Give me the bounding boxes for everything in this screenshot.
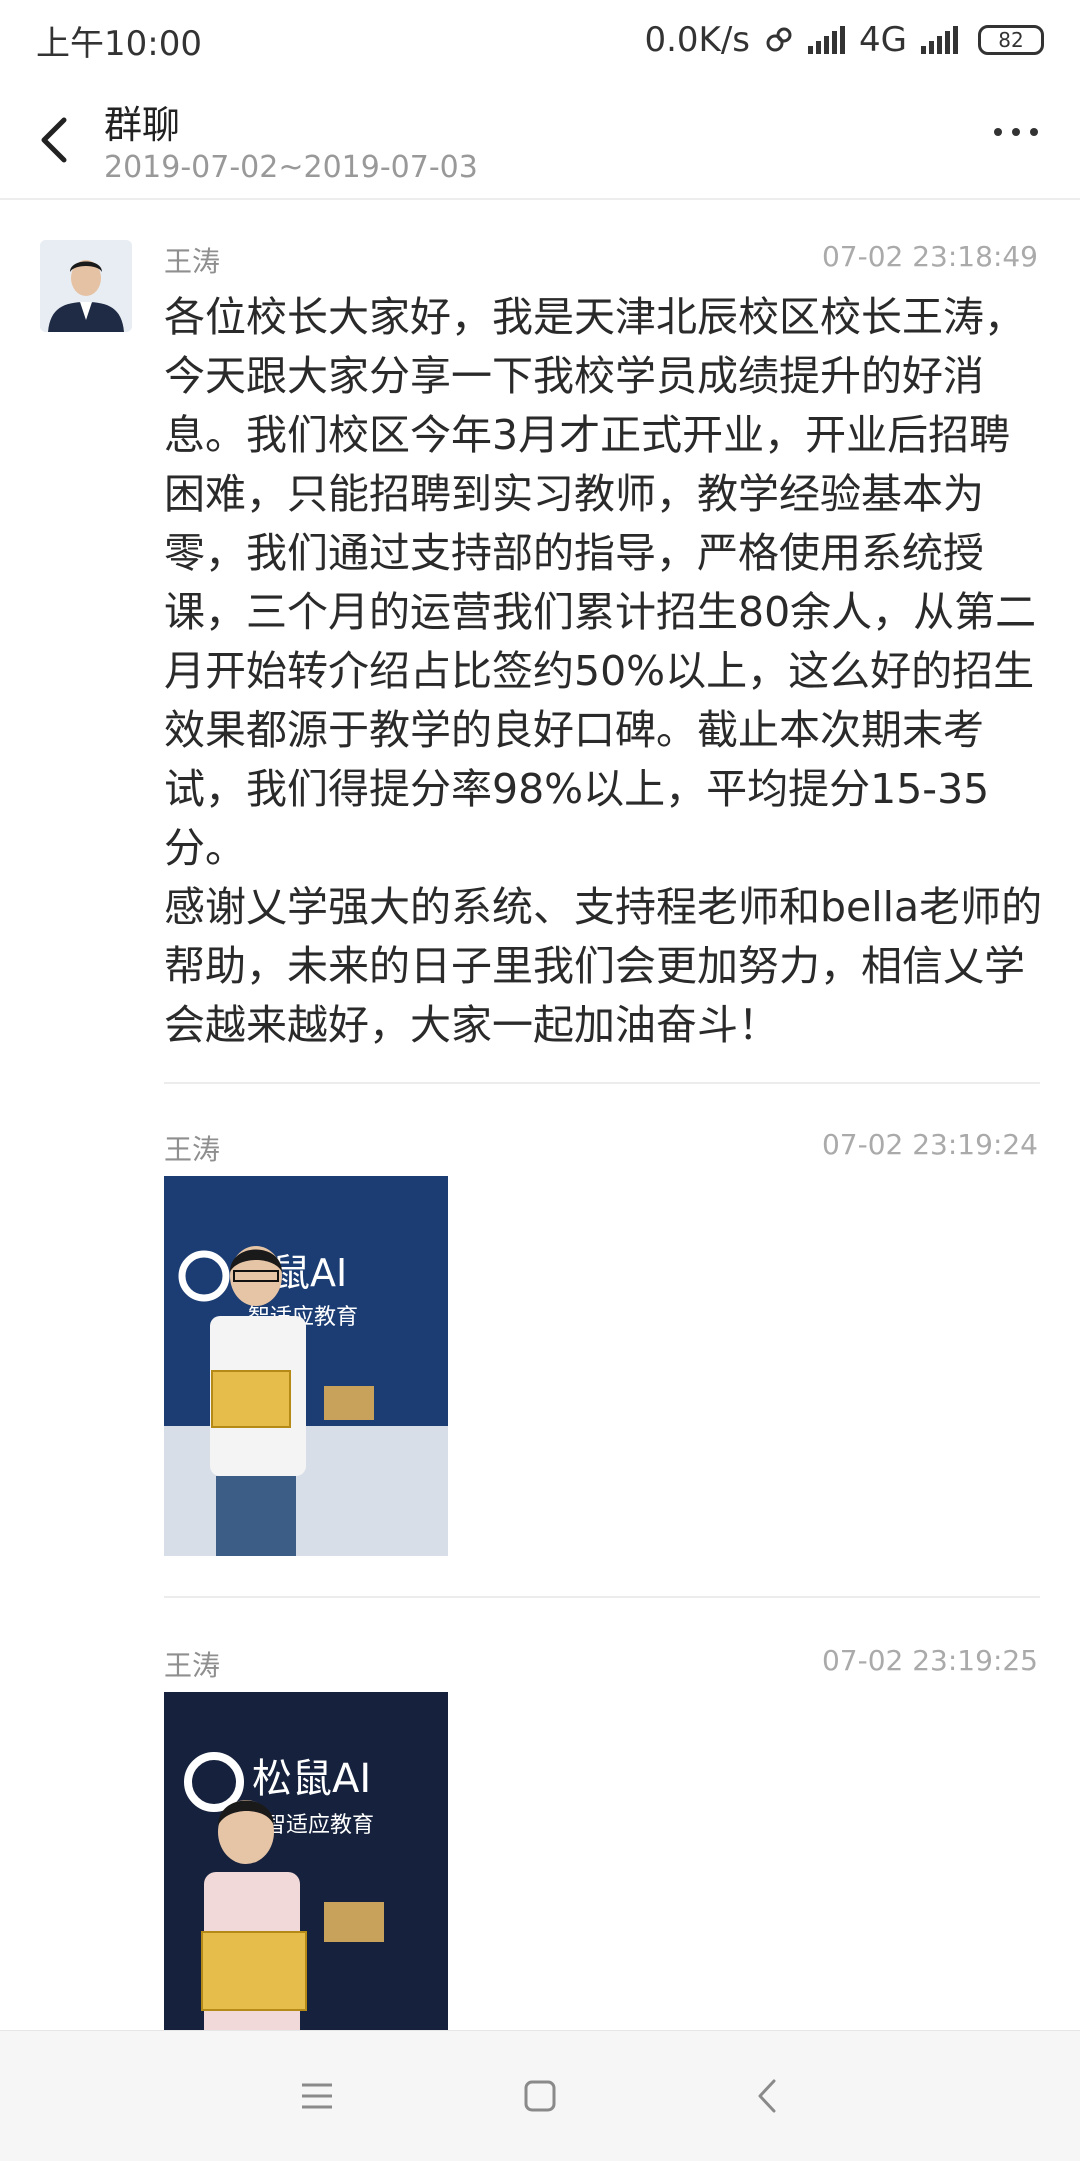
message-divider	[164, 1596, 1040, 1598]
system-nav-bar	[0, 2030, 1080, 2161]
avatar[interactable]	[40, 240, 132, 332]
menu-icon[interactable]	[300, 2079, 334, 2113]
status-indicators: 0.0K/s 4G 82	[644, 20, 1044, 60]
status-bar: 上午10:00 0.0K/s 4G 82	[0, 0, 1080, 80]
chat-header: 群聊 2019-07-02~2019-07-03	[0, 80, 1080, 200]
chevron-left-icon[interactable]	[30, 110, 80, 170]
message-text-content: 各位校长大家好，我是天津北辰校区校长王涛，今天跟大家分享一下我校学员成绩提升的好…	[164, 293, 1043, 1049]
status-time: 上午10:00	[36, 23, 202, 64]
message-time: 07-02 23:18:49	[821, 240, 1038, 273]
home-square-icon[interactable]	[523, 2079, 557, 2113]
signal-icon-2	[921, 26, 958, 54]
message-time: 07-02 23:19:24	[821, 1128, 1038, 1161]
message-text[interactable]: 各位校长大家好，我是天津北辰校区校长王涛，今天跟大家分享一下我校学员成绩提升的好…	[164, 288, 1044, 1055]
signal-icon	[808, 26, 846, 54]
page-title: 群聊	[104, 103, 181, 147]
sender-name: 王涛	[164, 245, 221, 278]
sender-name: 王涛	[164, 1133, 221, 1166]
sender-name: 王涛	[164, 1649, 221, 1682]
photo-message[interactable]: 松鼠AI 智适应教育	[164, 1692, 448, 2072]
brand-tagline-text: 智适应教育	[264, 1813, 374, 1838]
more-dots-icon[interactable]	[994, 128, 1038, 136]
photo-message[interactable]: 松鼠AI 智适应教育	[164, 1176, 448, 1556]
network-type: 4G	[859, 20, 907, 60]
back-arrow-icon[interactable]	[752, 2077, 782, 2115]
brand-logo-text: 松鼠AI	[252, 1756, 371, 1802]
link-icon	[766, 27, 792, 52]
network-speed: 0.0K/s	[644, 20, 751, 60]
message-divider	[164, 1082, 1040, 1084]
date-range: 2019-07-02~2019-07-03	[104, 150, 478, 185]
battery-icon: 82	[978, 25, 1044, 55]
message-time: 07-02 23:19:25	[821, 1644, 1038, 1677]
